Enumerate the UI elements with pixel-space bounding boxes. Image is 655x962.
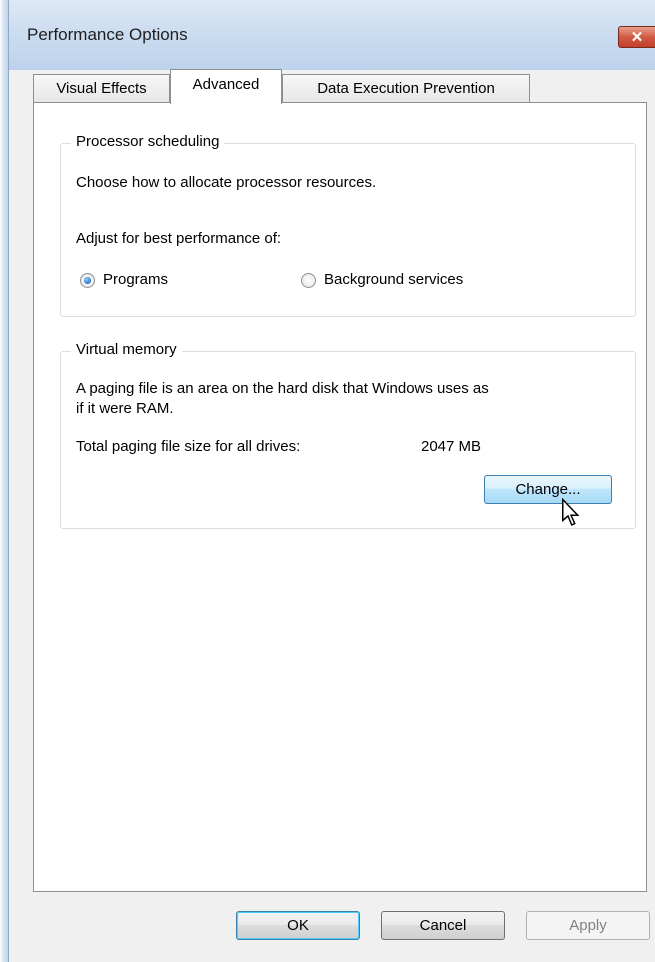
- close-icon: ✕: [630, 29, 644, 46]
- title-bar[interactable]: Performance Options ✕: [9, 0, 655, 70]
- background-services-radio[interactable]: [301, 273, 316, 288]
- total-paging-file-value: 2047 MB: [421, 438, 482, 455]
- cancel-button[interactable]: Cancel: [381, 911, 505, 940]
- virtual-memory-description-line1: A paging file is an area on the hard dis…: [76, 380, 489, 397]
- tab-visual-effects[interactable]: Visual Effects: [33, 74, 170, 103]
- change-button[interactable]: Change...: [484, 475, 612, 504]
- virtual-memory-label: Virtual memory: [71, 341, 182, 358]
- processor-scheduling-label: Processor scheduling: [71, 133, 225, 150]
- ok-button[interactable]: OK: [236, 911, 360, 940]
- advanced-tab-panel: Processor scheduling Choose how to alloc…: [33, 102, 647, 892]
- window-edge-strip: [0, 0, 8, 962]
- programs-label[interactable]: Programs: [103, 271, 168, 288]
- virtual-memory-group: Virtual memory A paging file is an area …: [60, 341, 636, 529]
- adjust-for-label: Adjust for best performance of:: [76, 230, 282, 247]
- mouse-pointer-icon: [562, 498, 580, 527]
- tab-data-execution-prevention[interactable]: Data Execution Prevention: [282, 74, 530, 103]
- tab-advanced[interactable]: Advanced: [170, 69, 282, 104]
- total-paging-file-label: Total paging file size for all drives:: [76, 438, 301, 455]
- background-services-label[interactable]: Background services: [324, 271, 463, 288]
- radio-selected-dot: [84, 277, 91, 284]
- window-title: Performance Options: [27, 25, 188, 44]
- processor-scheduling-description: Choose how to allocate processor resourc…: [76, 174, 377, 191]
- virtual-memory-description-line2: if it were RAM.: [76, 400, 174, 417]
- performance-options-dialog: Performance Options ✕ Visual Effects Adv…: [8, 0, 655, 962]
- close-button[interactable]: ✕: [618, 26, 655, 48]
- programs-radio[interactable]: [80, 273, 95, 288]
- apply-button[interactable]: Apply: [526, 911, 650, 940]
- processor-scheduling-group: Processor scheduling Choose how to alloc…: [60, 133, 636, 317]
